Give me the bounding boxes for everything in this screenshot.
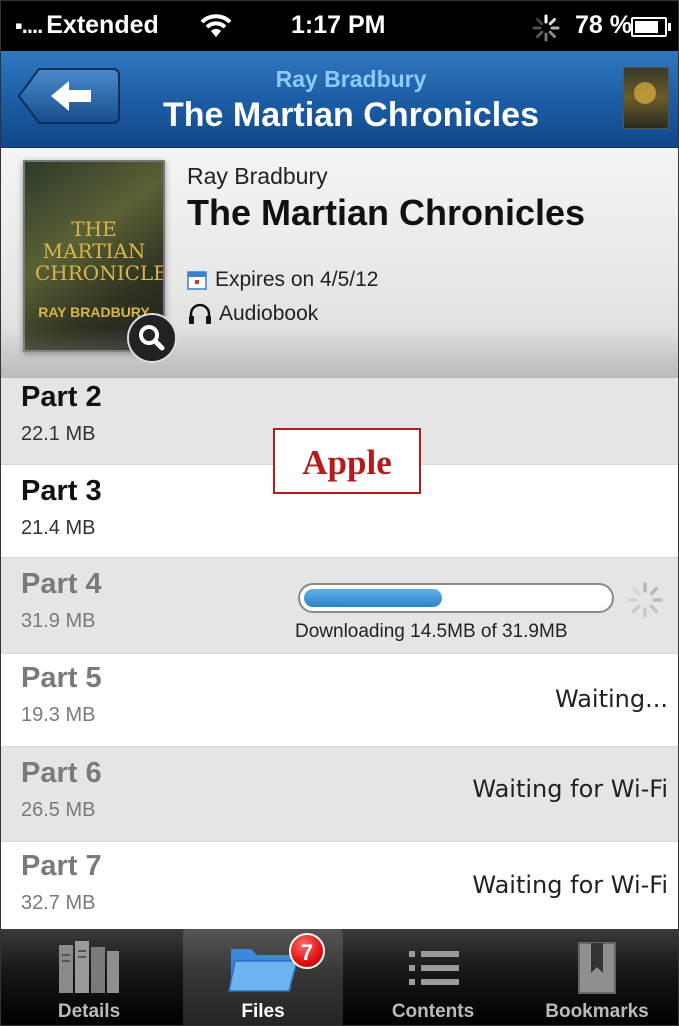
phone-screen: ▪.... Extended 1:17 PM 78 % Ray Bradbury… (0, 0, 679, 1026)
status-bar: ▪.... Extended 1:17 PM 78 % (1, 1, 678, 51)
signal-icon: ▪.... (15, 12, 43, 38)
list-item[interactable]: Part 6 26.5 MB Waiting for Wi-Fi (1, 747, 678, 842)
list-item[interactable]: Part 5 19.3 MB Waiting... (1, 654, 678, 747)
part-size: 21.4 MB (21, 517, 96, 539)
wifi-icon (200, 14, 232, 37)
tab-label: Details (57, 1001, 121, 1022)
calendar-icon (187, 271, 207, 290)
cover-title-line1: THE MARTIAN (42, 217, 146, 263)
tab-details[interactable]: Details (9, 929, 169, 1025)
activity-spinner-icon (532, 14, 560, 42)
book-thumbnail-button[interactable] (623, 67, 669, 129)
tab-label: Files (241, 1001, 285, 1022)
part-size: 26.5 MB (21, 799, 96, 821)
part-status: Waiting for Wi-Fi (472, 871, 668, 899)
back-button[interactable] (17, 67, 121, 125)
progress-fill (304, 589, 442, 607)
download-progress-bar (298, 583, 614, 613)
magnifier-icon (139, 325, 165, 351)
cover-title-line2: CHRONICLES (35, 261, 163, 285)
watermark-label: Apple (273, 428, 421, 494)
list-item[interactable]: Part 4 31.9 MB Downloading 14.5MB of 31.… (1, 558, 678, 654)
book-info-header: THE MARTIAN CHRONICLES RAY BRADBURY Ray … (1, 148, 678, 378)
navigation-bar: Ray Bradbury The Martian Chronicles (1, 51, 678, 148)
part-name: Part 7 (21, 850, 102, 882)
nav-title: The Martian Chronicles (163, 96, 539, 134)
part-name: Part 6 (21, 757, 102, 789)
part-size: 22.1 MB (21, 423, 96, 445)
files-count-badge: 7 (289, 933, 325, 969)
format-text: Audiobook (219, 302, 319, 325)
tab-bookmarks[interactable]: Bookmarks (517, 929, 677, 1025)
download-status: Downloading 14.5MB of 31.9MB (295, 621, 568, 642)
part-size: 19.3 MB (21, 704, 96, 726)
book-icon (59, 941, 119, 993)
headphones-icon (189, 303, 211, 324)
part-status: Waiting for Wi-Fi (472, 775, 668, 803)
part-size: 32.7 MB (21, 892, 96, 914)
loading-spinner-icon (627, 582, 663, 618)
tab-bar: Details Files Contents Bookmarks (1, 929, 678, 1025)
battery-icon (631, 17, 671, 37)
book-author: Ray Bradbury (187, 163, 328, 189)
status-time: 1:17 PM (291, 11, 386, 39)
part-name: Part 2 (21, 381, 102, 413)
tab-contents[interactable]: Contents (353, 929, 513, 1025)
book-title: The Martian Chronicles (187, 192, 586, 233)
magnify-button[interactable] (127, 313, 177, 363)
battery-percent: 78 % (575, 11, 632, 39)
part-status: Waiting... (555, 685, 668, 713)
bookmark-icon (578, 942, 616, 994)
part-name: Part 5 (21, 662, 102, 694)
part-name: Part 3 (21, 475, 102, 507)
list-icon (409, 951, 459, 985)
tab-label: Contents (391, 1001, 475, 1022)
list-item[interactable]: Part 7 32.7 MB Waiting for Wi-Fi (1, 842, 678, 934)
part-name: Part 4 (21, 568, 102, 600)
expiry-text: Expires on 4/5/12 (215, 268, 379, 291)
carrier-name: Extended (46, 11, 159, 39)
tab-label: Bookmarks (545, 1001, 649, 1022)
part-size: 31.9 MB (21, 610, 96, 632)
nav-subtitle: Ray Bradbury (275, 66, 427, 92)
